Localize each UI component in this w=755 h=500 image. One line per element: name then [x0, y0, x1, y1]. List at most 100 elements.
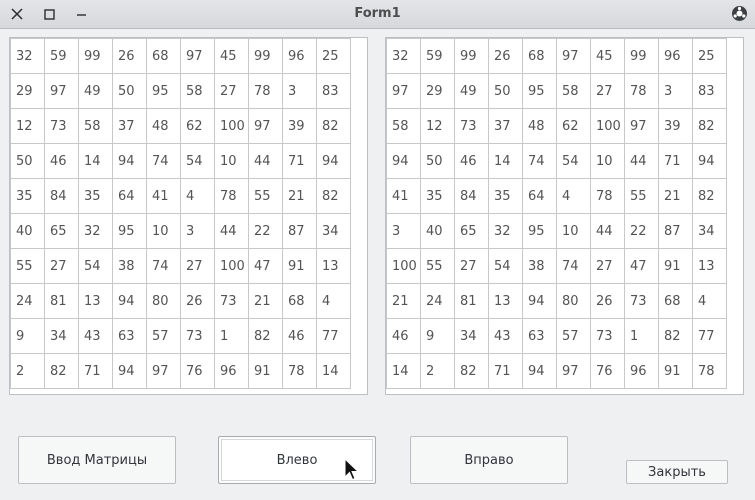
right-matrix-cell[interactable]: 68: [522, 38, 557, 74]
right-matrix-cell[interactable]: 94: [692, 143, 727, 179]
right-matrix-cell[interactable]: 37: [488, 108, 523, 144]
right-matrix-cell[interactable]: 74: [556, 248, 591, 284]
left-matrix-cell[interactable]: 97: [146, 353, 181, 389]
close-button[interactable]: Закрыть: [626, 460, 728, 484]
left-matrix-cell[interactable]: 49: [78, 73, 113, 109]
right-matrix-cell[interactable]: 26: [488, 38, 523, 74]
right-matrix-cell[interactable]: 32: [488, 213, 523, 249]
right-matrix-grid[interactable]: 32 59 99 26 68 97 45 99 96 25 97 29 49 50 95 58 27 78 3 83 5…: [385, 37, 744, 395]
right-matrix-cell[interactable]: 97: [556, 38, 591, 74]
left-matrix-cell[interactable]: 100: [214, 108, 249, 144]
right-matrix-cell[interactable]: 27: [590, 248, 625, 284]
right-matrix-cell[interactable]: 26: [590, 283, 625, 319]
left-matrix-cell[interactable]: 99: [78, 38, 113, 74]
right-matrix-cell[interactable]: 82: [692, 108, 727, 144]
right-matrix-cell[interactable]: 48: [522, 108, 557, 144]
left-matrix-cell[interactable]: 21: [282, 178, 317, 214]
right-matrix-cell[interactable]: 34: [454, 318, 489, 354]
left-matrix-cell[interactable]: 84: [44, 178, 79, 214]
left-matrix-cell[interactable]: 44: [248, 143, 283, 179]
right-matrix-cell[interactable]: 58: [386, 108, 421, 144]
right-matrix-cell[interactable]: 12: [420, 108, 455, 144]
right-matrix-cell[interactable]: 49: [454, 73, 489, 109]
right-matrix-cell[interactable]: 54: [556, 143, 591, 179]
left-matrix-cell[interactable]: 58: [78, 108, 113, 144]
right-matrix-cell[interactable]: 25: [692, 38, 727, 74]
left-matrix-cell[interactable]: 54: [180, 143, 215, 179]
right-matrix-cell[interactable]: 82: [454, 353, 489, 389]
left-matrix-cell[interactable]: 46: [44, 143, 79, 179]
left-matrix-cell[interactable]: 94: [112, 353, 147, 389]
left-matrix-cell[interactable]: 43: [78, 318, 113, 354]
right-matrix-cell[interactable]: 83: [692, 73, 727, 109]
left-matrix-cell[interactable]: 62: [180, 108, 215, 144]
right-matrix-cell[interactable]: 10: [556, 213, 591, 249]
right-matrix-cell[interactable]: 76: [590, 353, 625, 389]
left-matrix-cell[interactable]: 27: [214, 73, 249, 109]
left-matrix-cell[interactable]: 91: [248, 353, 283, 389]
left-matrix-cell[interactable]: 68: [282, 283, 317, 319]
right-matrix-cell[interactable]: 65: [454, 213, 489, 249]
left-matrix-cell[interactable]: 4: [316, 283, 351, 319]
right-matrix-cell[interactable]: 22: [624, 213, 659, 249]
left-matrix-cell[interactable]: 34: [44, 318, 79, 354]
right-matrix-cell[interactable]: 35: [420, 178, 455, 214]
left-matrix-cell[interactable]: 3: [282, 73, 317, 109]
left-matrix-cell[interactable]: 2: [10, 353, 45, 389]
right-matrix-cell[interactable]: 40: [420, 213, 455, 249]
right-matrix-cell[interactable]: 34: [692, 213, 727, 249]
right-matrix-cell[interactable]: 73: [624, 283, 659, 319]
left-matrix-cell[interactable]: 95: [146, 73, 181, 109]
right-matrix-cell[interactable]: 78: [590, 178, 625, 214]
right-matrix-cell[interactable]: 55: [624, 178, 659, 214]
left-matrix-cell[interactable]: 46: [282, 318, 317, 354]
right-matrix-cell[interactable]: 71: [658, 143, 693, 179]
left-matrix-cell[interactable]: 55: [248, 178, 283, 214]
left-matrix-cell[interactable]: 97: [44, 73, 79, 109]
left-matrix-cell[interactable]: 48: [146, 108, 181, 144]
right-matrix-cell[interactable]: 3: [386, 213, 421, 249]
left-matrix-cell[interactable]: 64: [112, 178, 147, 214]
left-matrix-cell[interactable]: 50: [112, 73, 147, 109]
right-matrix-cell[interactable]: 97: [556, 353, 591, 389]
right-matrix-cell[interactable]: 80: [556, 283, 591, 319]
left-matrix-cell[interactable]: 29: [10, 73, 45, 109]
left-matrix-cell[interactable]: 10: [146, 213, 181, 249]
right-matrix-cell[interactable]: 57: [556, 318, 591, 354]
right-matrix-cell[interactable]: 100: [590, 108, 625, 144]
left-matrix-cell[interactable]: 82: [44, 353, 79, 389]
left-matrix-cell[interactable]: 81: [44, 283, 79, 319]
left-matrix-cell[interactable]: 94: [316, 143, 351, 179]
right-matrix-cell[interactable]: 21: [658, 178, 693, 214]
left-matrix-cell[interactable]: 80: [146, 283, 181, 319]
left-matrix-cell[interactable]: 76: [180, 353, 215, 389]
left-matrix-cell[interactable]: 25: [316, 38, 351, 74]
right-matrix-cell[interactable]: 44: [624, 143, 659, 179]
right-matrix-cell[interactable]: 77: [692, 318, 727, 354]
right-matrix-cell[interactable]: 94: [386, 143, 421, 179]
left-matrix-cell[interactable]: 68: [146, 38, 181, 74]
left-matrix-cell[interactable]: 94: [112, 283, 147, 319]
left-matrix-cell[interactable]: 82: [316, 178, 351, 214]
left-matrix-cell[interactable]: 50: [10, 143, 45, 179]
left-matrix-cell[interactable]: 37: [112, 108, 147, 144]
left-matrix-grid[interactable]: 32 59 99 26 68 97 45 99 96 25 29 97 49 50 95 58 27 78 3 83 1…: [9, 37, 368, 395]
shift-right-button[interactable]: Вправо: [410, 436, 568, 484]
app-icon[interactable]: [731, 5, 748, 22]
left-matrix-cell[interactable]: 13: [316, 248, 351, 284]
right-matrix-cell[interactable]: 84: [454, 178, 489, 214]
right-matrix-cell[interactable]: 50: [420, 143, 455, 179]
right-matrix-cell[interactable]: 87: [658, 213, 693, 249]
left-matrix-cell[interactable]: 91: [282, 248, 317, 284]
right-matrix-cell[interactable]: 63: [522, 318, 557, 354]
right-matrix-cell[interactable]: 82: [692, 178, 727, 214]
right-matrix-cell[interactable]: 13: [488, 283, 523, 319]
left-matrix-cell[interactable]: 97: [180, 38, 215, 74]
right-matrix-cell[interactable]: 21: [386, 283, 421, 319]
left-matrix-cell[interactable]: 78: [214, 178, 249, 214]
right-matrix-cell[interactable]: 55: [420, 248, 455, 284]
left-matrix-cell[interactable]: 10: [214, 143, 249, 179]
left-matrix-cell[interactable]: 24: [10, 283, 45, 319]
right-matrix-cell[interactable]: 99: [624, 38, 659, 74]
left-matrix-cell[interactable]: 82: [248, 318, 283, 354]
